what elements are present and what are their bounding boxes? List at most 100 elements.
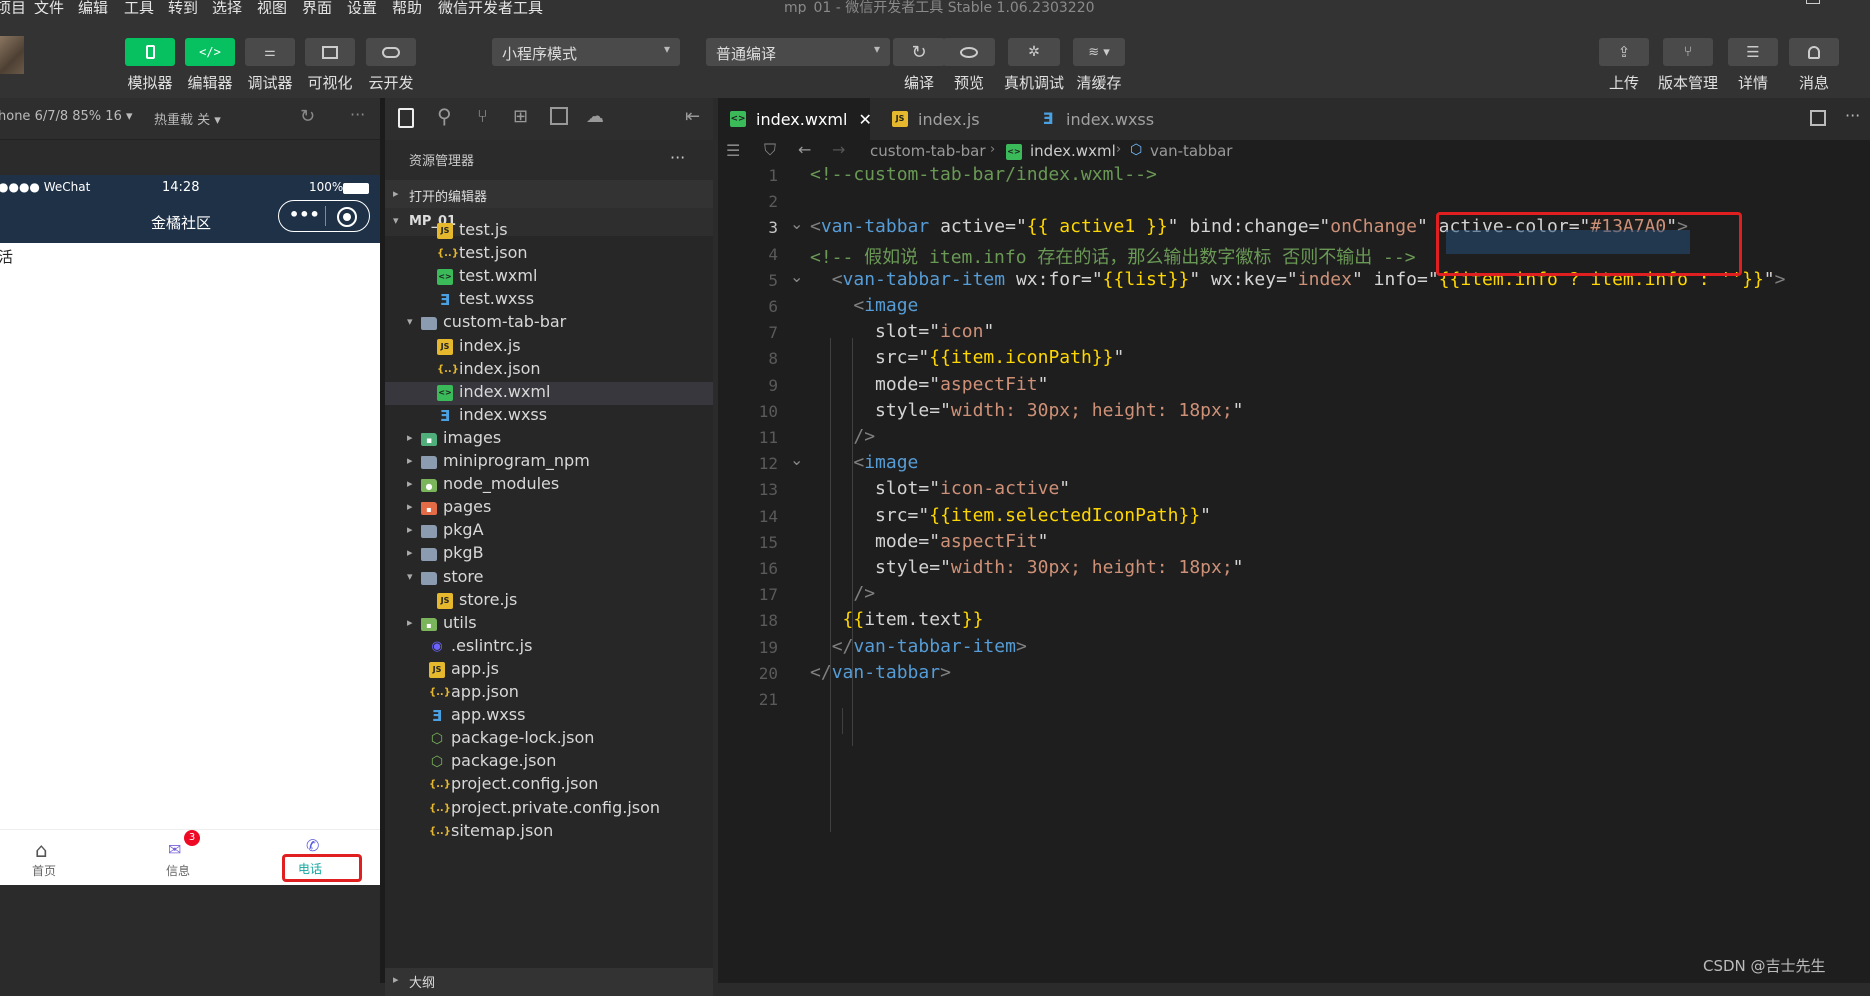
avatar[interactable] — [0, 36, 24, 74]
file-tree-item[interactable]: <> index.wxml — [385, 381, 713, 405]
menu-view[interactable]: 视图 — [257, 0, 287, 14]
editor-button[interactable]: </> — [185, 38, 235, 66]
tab-info[interactable]: ✉ 3 信息 — [153, 830, 203, 882]
cloud-button[interactable] — [366, 38, 416, 66]
extensions-icon[interactable]: ⊞ — [513, 106, 528, 127]
more-icon[interactable]: ··· — [1845, 106, 1860, 125]
collapse-panel-icon[interactable]: ⇤ — [685, 106, 700, 127]
js-file-icon: JS — [429, 661, 445, 678]
file-tree-item[interactable]: {..} index.json — [385, 359, 713, 382]
device-select[interactable]: hone 6/7/8 85% 16 ▾ — [0, 109, 133, 124]
indent-guide — [852, 708, 853, 746]
git-icon[interactable]: ⑂ — [477, 106, 488, 127]
file-tree-item[interactable]: {..} project.private.config.json — [385, 798, 713, 821]
file-tree-item[interactable]: {..} sitemap.json — [385, 821, 713, 844]
menu-select[interactable]: 选择 — [212, 0, 242, 14]
chevron-right-icon: ▸ — [407, 454, 413, 467]
menu-file[interactable]: 文件 — [34, 0, 64, 14]
line-number: 15 — [758, 532, 778, 552]
carrier: ●●●● WeChat — [0, 180, 91, 194]
file-tree-item[interactable]: ▸ miniprogram_npm — [385, 451, 713, 474]
npm-icon: ⬡ — [430, 731, 444, 748]
file-tree-item[interactable]: JS test.js — [385, 220, 713, 243]
list-icon[interactable]: ☰ — [726, 141, 740, 160]
menu-tools[interactable]: 工具 — [124, 0, 154, 14]
eye-icon — [960, 46, 978, 58]
fold-chevron-icon[interactable]: ⌄ — [790, 267, 803, 286]
preview-button[interactable] — [943, 38, 995, 66]
rotate-icon[interactable]: ↻ — [300, 106, 315, 127]
file-tree-item[interactable]: JS index.js — [385, 336, 713, 359]
menu-goto[interactable]: 转到 — [168, 0, 198, 14]
file-tree-item[interactable]: Ǝapp.wxss — [385, 705, 713, 728]
maximize-icon[interactable] — [1806, 0, 1820, 4]
open-editors-section[interactable]: ▸ 打开的编辑器 — [385, 180, 713, 208]
docker-icon[interactable]: ☁ — [586, 106, 604, 127]
menu-help[interactable]: 帮助 — [392, 0, 422, 14]
files-icon[interactable] — [398, 108, 414, 128]
bookmark-icon[interactable]: ⛉ — [764, 140, 776, 160]
mode-select[interactable]: 小程序模式 ▾ — [492, 38, 680, 66]
file-tree-item[interactable]: ▸ ▪ images — [385, 428, 713, 451]
upload-button[interactable]: ⇪ — [1599, 38, 1649, 66]
search-icon[interactable]: ⚲ — [437, 104, 452, 128]
code-line: <!--custom-tab-bar/index.wxml--> — [810, 164, 1157, 185]
file-tree-item[interactable]: ▾ store — [385, 567, 713, 590]
menu-wechat-devtools[interactable]: 微信开发者工具 — [438, 0, 543, 14]
fold-chevron-icon[interactable]: ⌄ — [790, 214, 803, 233]
explorer-more-icon[interactable]: ··· — [670, 148, 685, 167]
file-tree-item[interactable]: ◉ .eslintrc.js — [385, 636, 713, 659]
file-tree-item[interactable]: ▸ pkgA — [385, 520, 713, 543]
tab-index-wxss[interactable]: Ǝ index.wxss — [1020, 98, 1178, 140]
hot-reload-toggle[interactable]: 热重载 关 ▾ — [154, 109, 221, 128]
close-circle-icon[interactable] — [337, 207, 357, 227]
menu-interface[interactable]: 界面 — [302, 0, 332, 14]
breadcrumb-symbol[interactable]: van-tabbar — [1150, 142, 1232, 160]
compile-button[interactable]: ↻ — [893, 38, 945, 66]
file-tree-item[interactable]: ▸ pkgB — [385, 543, 713, 566]
file-tree-item[interactable]: ▸ ● node_modules — [385, 474, 713, 497]
messages-button[interactable] — [1789, 38, 1839, 66]
file-tree-item[interactable]: ⬡ package-lock.json — [385, 728, 713, 751]
file-tree-item[interactable]: ▸ ▪ utils — [385, 613, 713, 636]
menu-settings[interactable]: 设置 — [347, 0, 377, 14]
file-tree-item[interactable]: {..} app.json — [385, 682, 713, 705]
file-tree-item[interactable]: ▾ custom-tab-bar — [385, 312, 713, 335]
clear-cache-button[interactable]: ≋ ▾ — [1073, 38, 1125, 66]
breadcrumb-file[interactable]: index.wxml — [1030, 142, 1116, 160]
fold-chevron-icon[interactable]: ⌄ — [790, 450, 803, 469]
window-icon[interactable] — [550, 107, 568, 125]
forward-icon[interactable]: → — [832, 140, 845, 159]
compile-select[interactable]: 普通编译 ▾ — [706, 38, 890, 66]
split-editor-icon[interactable] — [1810, 110, 1826, 126]
version-button[interactable]: ⑂ — [1663, 38, 1713, 66]
menu-project[interactable]: 项目 — [0, 0, 26, 14]
details-button[interactable]: ☰ — [1728, 38, 1778, 66]
chevron-right-icon: ▸ — [407, 523, 413, 537]
remote-debug-button[interactable]: ✲ — [1008, 38, 1060, 66]
file-tree-item[interactable]: ▸ ▪ pages — [385, 497, 713, 520]
more-icon[interactable]: ··· — [350, 105, 365, 124]
capsule-menu[interactable]: ••• — [278, 200, 370, 232]
file-tree-item[interactable]: ⬡ package.json — [385, 751, 713, 774]
tab-index-wxml[interactable]: <> index.wxml ✕ — [718, 98, 872, 140]
menu-edit[interactable]: 编辑 — [78, 0, 108, 14]
file-tree-item[interactable]: Ǝindex.wxss — [385, 405, 713, 428]
line-number: 8 — [768, 349, 778, 369]
file-tree-item[interactable]: {..} test.json — [385, 243, 713, 266]
debugger-button[interactable]: ⚌ — [245, 38, 295, 66]
tab-home[interactable]: ⌂ 首页 — [20, 836, 70, 882]
visual-button[interactable] — [305, 38, 355, 66]
tab-phone[interactable]: ✆ 电话 — [282, 836, 362, 882]
file-tree-item[interactable]: JS app.js — [385, 659, 713, 682]
file-tree-item[interactable]: {..} project.config.json — [385, 774, 713, 797]
outline-section[interactable]: ▸ 大纲 — [385, 968, 713, 996]
breadcrumb-folder[interactable]: custom-tab-bar — [870, 142, 986, 160]
more-dots-icon[interactable]: ••• — [289, 205, 320, 224]
file-tree-item[interactable]: JS store.js — [385, 590, 713, 613]
simulator-button[interactable] — [125, 38, 175, 66]
file-tree-item[interactable]: <> test.wxml — [385, 266, 713, 289]
back-icon[interactable]: ← — [798, 140, 811, 159]
file-tree-item[interactable]: Ǝtest.wxss — [385, 289, 713, 312]
tab-index-js[interactable]: JS index.js — [870, 98, 1020, 140]
